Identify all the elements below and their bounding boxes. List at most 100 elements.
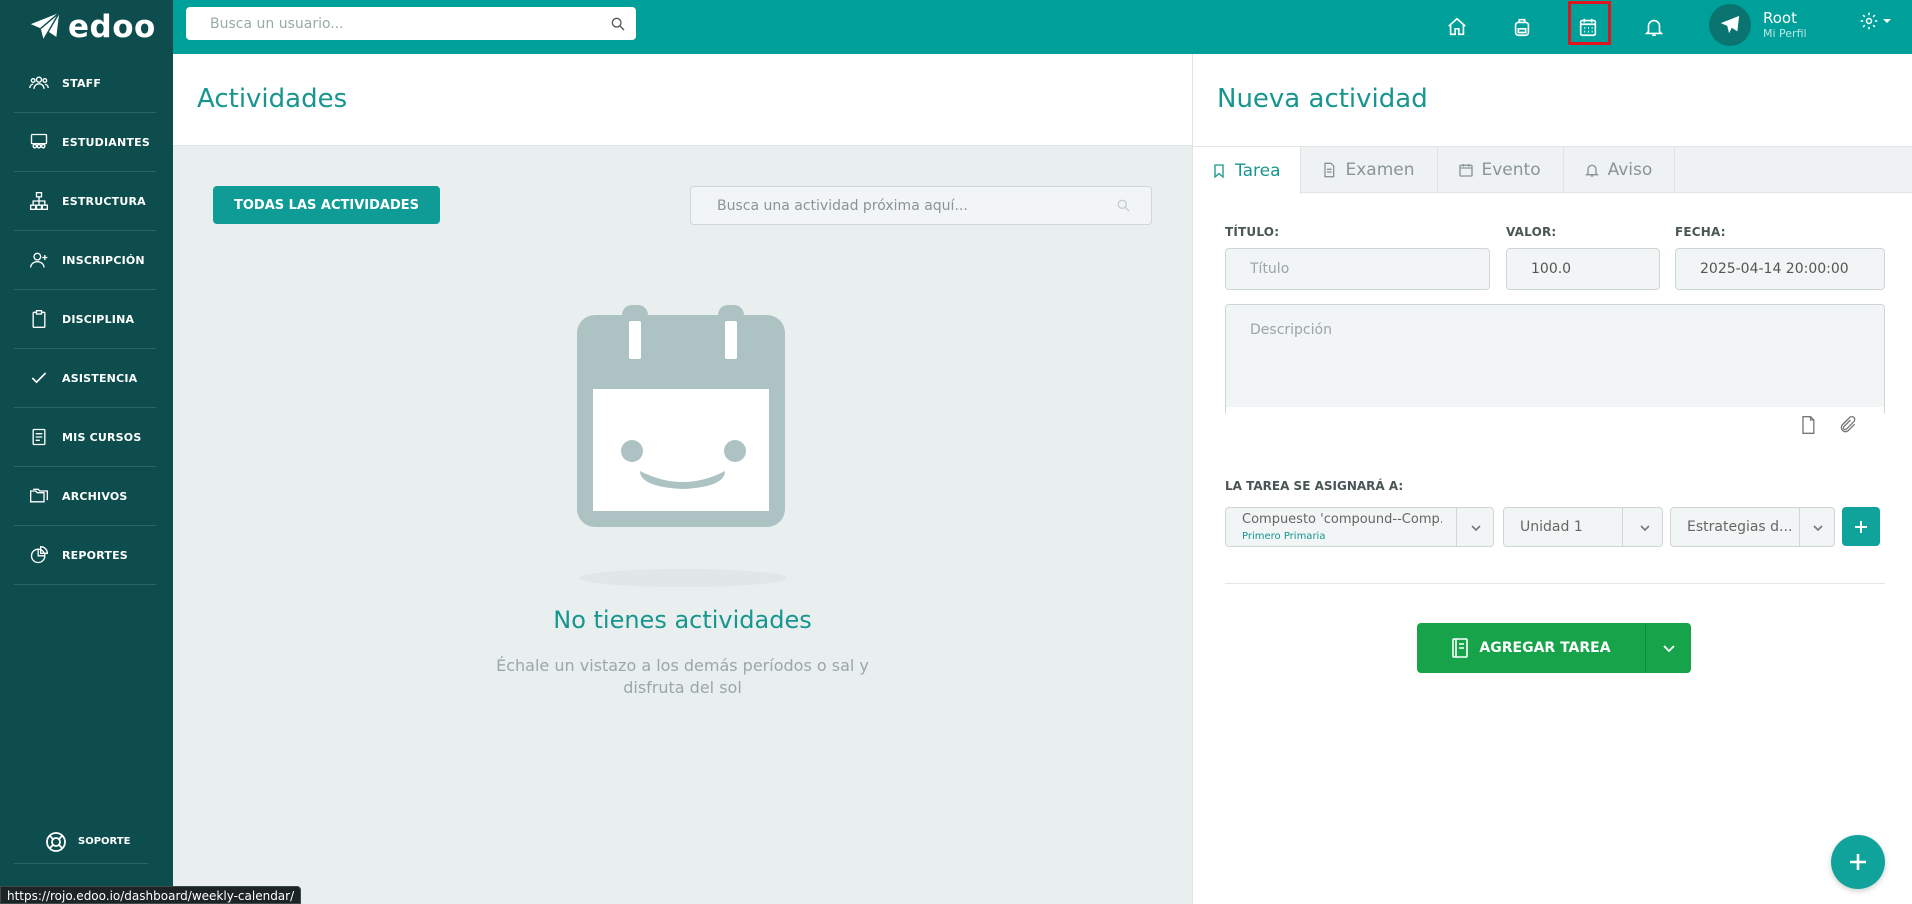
profile-names: Root Mi Perfil	[1763, 9, 1807, 41]
profile-menu[interactable]: Root Mi Perfil	[1709, 4, 1807, 46]
brand-logo[interactable]: edoo	[0, 0, 173, 54]
bell-icon	[1584, 164, 1599, 177]
activity-search	[690, 186, 1152, 225]
plus-icon	[1850, 854, 1866, 870]
clipboard-icon	[28, 308, 50, 330]
add-task-button[interactable]: AGREGAR TAREA	[1417, 623, 1691, 673]
sidebar-item-discipline[interactable]: DISCIPLINA	[14, 290, 156, 349]
avatar	[1709, 4, 1751, 46]
check-icon	[28, 367, 50, 389]
book-icon	[1452, 638, 1469, 658]
tab-aviso[interactable]: Aviso	[1564, 147, 1676, 193]
support-label: SOPORTE	[78, 836, 131, 847]
date-input[interactable]	[1675, 248, 1885, 290]
brand-name: edoo	[68, 9, 156, 45]
add-task-label: AGREGAR TAREA	[1479, 640, 1611, 656]
title-input[interactable]	[1225, 248, 1490, 290]
chevron-down-icon	[1640, 525, 1650, 532]
course-select-value: Compuesto 'compound--Comp...	[1242, 512, 1442, 527]
select-separator	[1456, 508, 1457, 546]
assign-label: LA TAREA SE ASIGNARÁ A:	[1225, 479, 1404, 493]
add-assignment-button[interactable]	[1842, 507, 1880, 546]
select-separator	[1622, 508, 1623, 546]
home-button[interactable]	[1441, 11, 1473, 43]
empty-subtitle: Échale un vistazo a los demás períodos o…	[496, 656, 869, 697]
unit-select-value: Unidad 1	[1520, 519, 1583, 535]
calendar-icon	[1458, 164, 1473, 177]
description-toolbar	[1226, 407, 1884, 443]
activities-header: Actividades	[173, 54, 1192, 146]
backpack-button[interactable]	[1506, 11, 1538, 43]
backpack-icon	[1514, 18, 1530, 37]
lifebuoy-icon	[46, 831, 66, 852]
paperclip-icon[interactable]	[1838, 415, 1858, 435]
settings-menu[interactable]	[1859, 11, 1893, 31]
paper-plane-icon	[30, 12, 60, 41]
sidebar-item-students[interactable]: ESTUDIANTES	[14, 113, 156, 172]
sidebar-item-label: STAFF	[62, 76, 102, 90]
course-select[interactable]: Compuesto 'compound--Comp... Primero Pri…	[1225, 507, 1494, 547]
sidebar: edoo STAFF ESTUDIANTES ESTRUCTURA INSCRI…	[0, 0, 173, 904]
strategy-select-value: Estrategias d...	[1687, 519, 1793, 535]
notifications-button[interactable]	[1638, 11, 1670, 43]
sidebar-item-structure[interactable]: ESTRUCTURA	[14, 172, 156, 231]
document-icon	[1324, 162, 1335, 178]
chevron-down-icon	[1471, 525, 1481, 532]
paper-plane-icon	[1720, 15, 1740, 34]
strategy-select[interactable]: Estrategias d...	[1670, 507, 1835, 547]
description-input[interactable]	[1226, 305, 1884, 407]
sidebar-item-my-courses[interactable]: MIS CURSOS	[14, 408, 156, 467]
tab-evento[interactable]: Evento	[1438, 147, 1564, 193]
sidebar-nav: STAFF ESTUDIANTES ESTRUCTURA INSCRIPCIÓN…	[14, 54, 156, 585]
tab-label: Examen	[1345, 160, 1415, 180]
date-label: FECHA:	[1675, 225, 1726, 239]
panel-title: Nueva actividad	[1217, 84, 1428, 114]
sidebar-item-attendance[interactable]: ASISTENCIA	[14, 349, 156, 408]
sidebar-item-reports[interactable]: REPORTES	[14, 526, 156, 585]
value-label: VALOR:	[1506, 225, 1557, 239]
tab-tarea[interactable]: Tarea	[1193, 147, 1302, 194]
add-task-dropdown[interactable]	[1645, 623, 1691, 673]
profile-subtitle: Mi Perfil	[1763, 27, 1807, 40]
sidebar-item-label: INSCRIPCIÓN	[62, 253, 145, 267]
topbar: Root Mi Perfil	[173, 0, 1912, 54]
highlight-box	[1568, 1, 1611, 45]
course-select-sub: Primero Primaria	[1242, 531, 1326, 542]
activity-search-input[interactable]	[717, 197, 1116, 214]
value-input[interactable]	[1506, 248, 1660, 290]
tab-label: Tarea	[1235, 160, 1281, 181]
courses-icon	[28, 426, 50, 448]
profile-name: Root	[1763, 9, 1797, 27]
search-icon[interactable]	[610, 16, 626, 32]
sidebar-item-label: ASISTENCIA	[62, 371, 138, 385]
structure-icon	[28, 190, 50, 212]
empty-calendar-illustration	[577, 305, 787, 587]
all-activities-button[interactable]: TODAS LAS ACTIVIDADES	[213, 186, 440, 224]
description-box	[1225, 304, 1885, 443]
staff-icon	[28, 72, 50, 94]
add-task-main[interactable]: AGREGAR TAREA	[1417, 623, 1645, 673]
home-icon	[1448, 17, 1466, 36]
bell-icon	[1644, 19, 1664, 37]
page-title: Actividades	[197, 84, 348, 114]
tab-label: Aviso	[1607, 160, 1653, 180]
support-link[interactable]: SOPORTE	[14, 820, 148, 864]
user-search-input[interactable]	[210, 15, 610, 32]
sidebar-item-label: REPORTES	[62, 548, 128, 562]
search-icon	[1117, 199, 1130, 212]
new-activity-panel: Nueva actividad Tarea Examen Evento Avis…	[1193, 54, 1912, 904]
floating-add-button[interactable]	[1831, 835, 1885, 889]
sidebar-item-staff[interactable]: STAFF	[14, 54, 156, 113]
sidebar-item-files[interactable]: ARCHIVOS	[14, 467, 156, 526]
file-icon[interactable]	[1798, 415, 1818, 435]
title-label: TÍTULO:	[1225, 225, 1280, 239]
unit-select[interactable]: Unidad 1	[1503, 507, 1663, 547]
sidebar-item-enrollment[interactable]: INSCRIPCIÓN	[14, 231, 156, 290]
students-icon	[28, 131, 50, 153]
chevron-down-icon	[1813, 525, 1823, 532]
user-search	[186, 7, 636, 40]
plus-icon	[1855, 520, 1867, 533]
gear-icon	[1860, 12, 1878, 30]
bookmark-icon	[1214, 163, 1224, 178]
tab-examen[interactable]: Examen	[1301, 147, 1438, 193]
